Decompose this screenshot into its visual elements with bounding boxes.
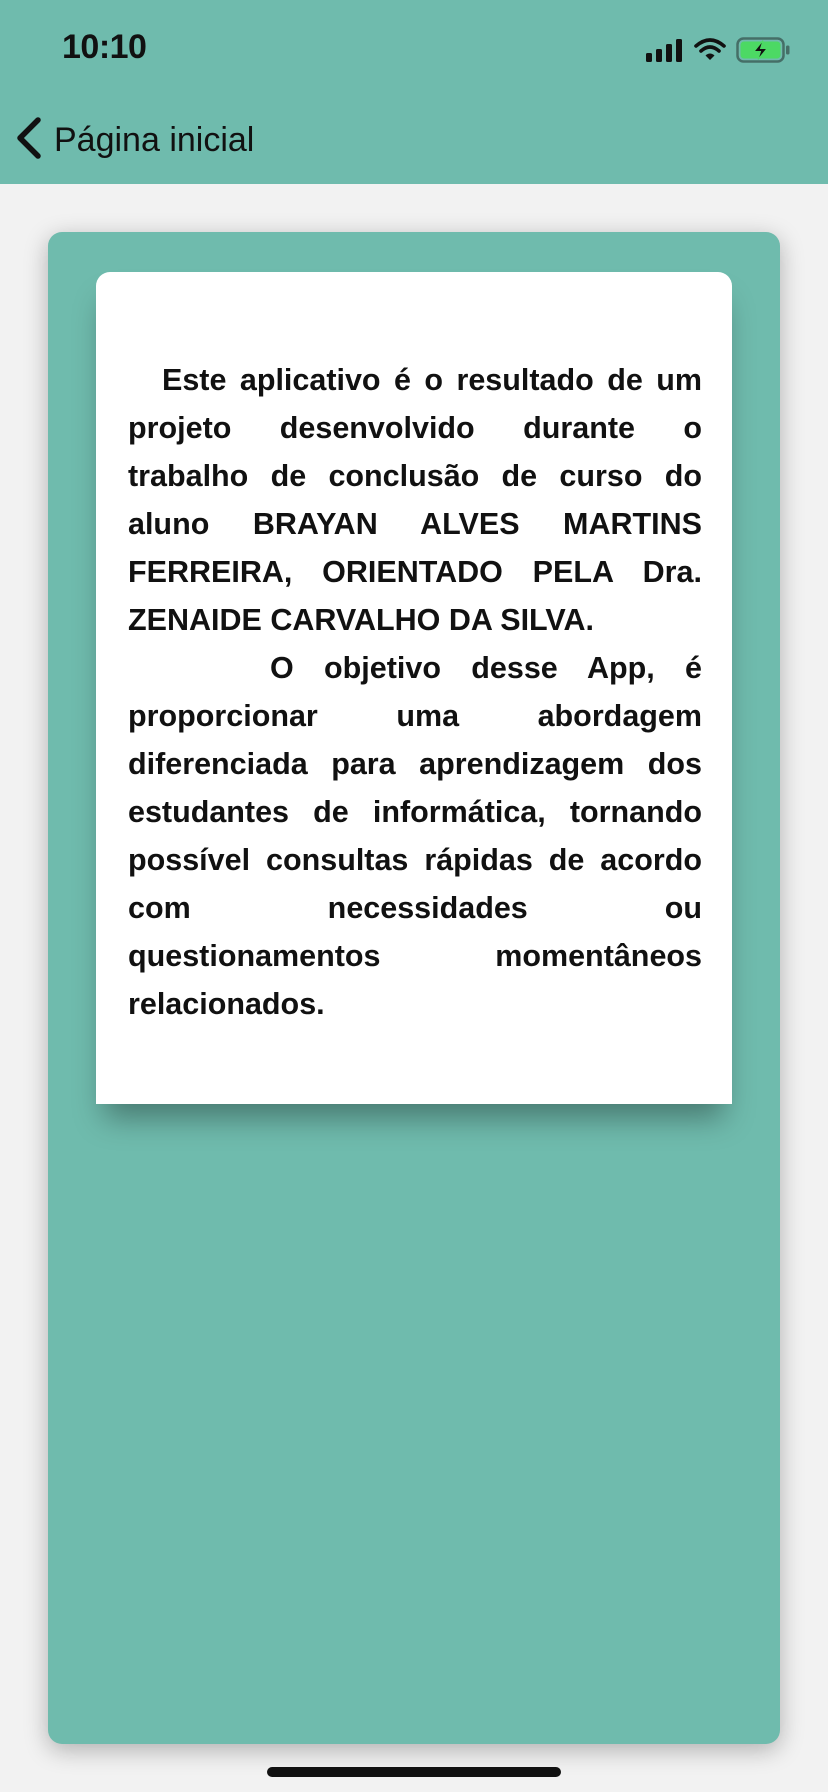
chevron-left-icon xyxy=(14,116,44,165)
about-paragraph-1: Este aplicativo é o resultado de um proj… xyxy=(128,363,702,637)
battery-charging-icon xyxy=(736,37,792,63)
content-panel: Este aplicativo é o resultado de um proj… xyxy=(48,232,780,1744)
header-bar: 10:10 Página inicial xyxy=(0,0,828,184)
signal-icon xyxy=(646,38,684,62)
status-time: 10:10 xyxy=(62,28,147,66)
wifi-icon xyxy=(694,38,726,62)
status-icons xyxy=(646,34,792,66)
back-label: Página inicial xyxy=(54,120,255,159)
home-indicator[interactable] xyxy=(267,1767,561,1777)
about-card: Este aplicativo é o resultado de um proj… xyxy=(96,272,732,1104)
about-paragraph-2: O objetivo desse App, é proporcionar uma… xyxy=(128,651,702,1021)
back-button[interactable]: Página inicial xyxy=(14,112,254,168)
